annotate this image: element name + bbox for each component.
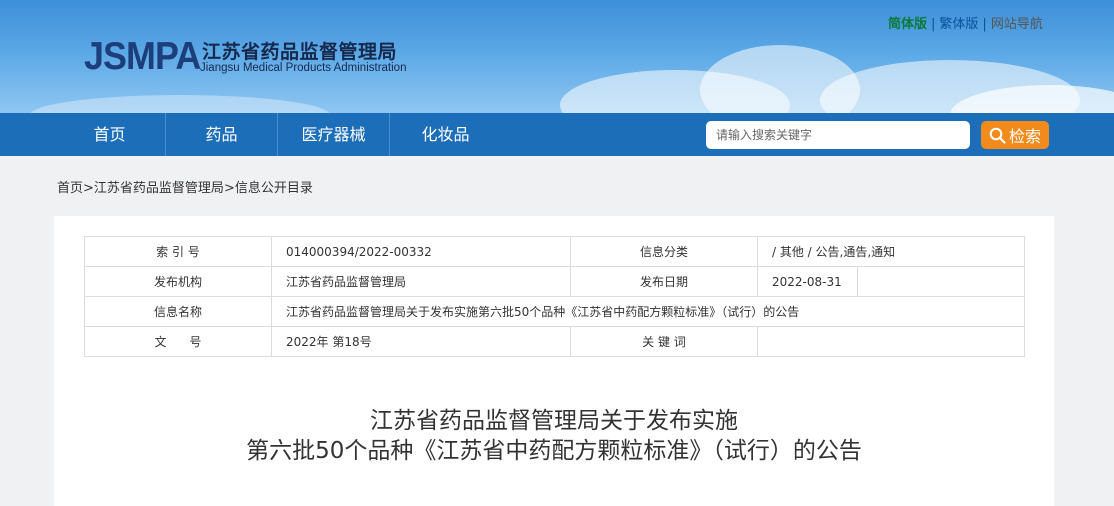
- article-title-line2: 第六批50个品种《江苏省中药配方颗粒标准》（试行）的公告: [246, 438, 862, 464]
- table-row: 发布机构 江苏省药品监督管理局 发布日期 2022-08-31: [84, 266, 1026, 297]
- search-input[interactable]: [706, 121, 970, 149]
- doc-number-value: 2022年 第18号: [271, 326, 571, 357]
- table-row: 索 引 号 014000394/2022-00332 信息分类 / 其他 / 公…: [84, 236, 1026, 267]
- table-row: 文 号 2022年 第18号 关 键 词: [84, 326, 1026, 357]
- article-title: 江苏省药品监督管理局关于发布实施 第六批50个品种《江苏省中药配方颗粒标准》（试…: [54, 406, 1054, 466]
- info-metadata-table: 索 引 号 014000394/2022-00332 信息分类 / 其他 / 公…: [84, 236, 1026, 357]
- breadcrumb-separator: >: [83, 181, 94, 196]
- divider: |: [931, 17, 936, 32]
- simplified-chinese-link[interactable]: 简体版: [888, 17, 927, 32]
- info-name-value: 江苏省药品监督管理局关于发布实施第六批50个品种《江苏省中药配方颗粒标准》（试行…: [270, 296, 1026, 327]
- category-value: / 其他 / 公告,通告,通知: [756, 236, 1026, 267]
- divider: |: [982, 17, 987, 32]
- breadcrumb-separator: >: [223, 181, 235, 196]
- org-name-cn: 江苏省药品监督管理局: [202, 41, 398, 63]
- search-button[interactable]: 检索: [981, 121, 1049, 149]
- index-value: 014000394/2022-00332: [271, 236, 571, 267]
- breadcrumb-bureau[interactable]: 江苏省药品监督管理局: [94, 181, 224, 196]
- org-name-en: Jiangsu Medical Products Administration: [200, 62, 407, 74]
- publish-date-value: 2022-08-31: [757, 266, 858, 297]
- breadcrumb-info-catalog[interactable]: 信息公开目录: [235, 181, 313, 196]
- nav-item-drugs[interactable]: 药品: [166, 113, 277, 156]
- content-panel: 索 引 号 014000394/2022-00332 信息分类 / 其他 / 公…: [54, 216, 1054, 506]
- publish-date-label: 发布日期: [570, 266, 758, 297]
- publisher-label: 发布机构: [84, 266, 272, 297]
- search-button-label: 检索: [1008, 127, 1041, 146]
- cloud-decoration: [30, 95, 330, 113]
- nav-item-medical-devices[interactable]: 医疗器械: [278, 113, 389, 156]
- site-navigation-link[interactable]: 网站导航: [991, 17, 1043, 32]
- article-title-line1: 江苏省药品监督管理局关于发布实施: [370, 408, 738, 434]
- doc-number-label: 文 号: [84, 326, 272, 357]
- site-header: JSMPA 江苏省药品监督管理局 Jiangsu Medical Product…: [0, 0, 1114, 113]
- empty-cell: [856, 266, 1026, 297]
- traditional-chinese-link[interactable]: 繁体版: [939, 17, 978, 32]
- category-label: 信息分类: [570, 236, 758, 267]
- logo-abbreviation: JSMPA: [84, 35, 201, 78]
- breadcrumb: 首页>江苏省药品监督管理局>信息公开目录: [57, 177, 313, 196]
- nav-item-cosmetics[interactable]: 化妆品: [390, 113, 501, 156]
- nav-item-home[interactable]: 首页: [54, 113, 165, 156]
- info-name-label: 信息名称: [84, 296, 272, 327]
- table-row: 信息名称 江苏省药品监督管理局关于发布实施第六批50个品种《江苏省中药配方颗粒标…: [84, 296, 1026, 327]
- breadcrumb-home[interactable]: 首页: [57, 181, 83, 196]
- publisher-value: 江苏省药品监督管理局: [271, 266, 571, 297]
- keywords-label: 关 键 词: [570, 326, 758, 357]
- search-icon: [989, 127, 1006, 144]
- keywords-value: [756, 326, 1026, 357]
- index-label: 索 引 号: [84, 236, 272, 267]
- language-switcher: 简体版 | 繁体版 | 网站导航: [888, 13, 1043, 32]
